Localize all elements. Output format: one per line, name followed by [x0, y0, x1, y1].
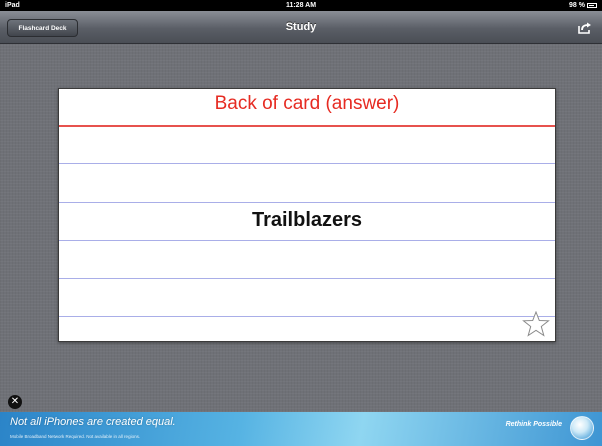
- ad-headline: Not all iPhones are created equal.: [10, 416, 176, 428]
- card-side-label: Back of card (answer): [214, 93, 400, 114]
- star-outline-icon: [522, 310, 550, 337]
- card-rule: [59, 240, 555, 241]
- favorite-star-button[interactable]: [522, 310, 550, 337]
- status-bar: iPad 11:28 AM 98 %: [0, 0, 602, 11]
- card-header-rule: [59, 125, 555, 127]
- card-rule: [59, 316, 555, 317]
- ad-brand-tagline: Rethink Possible: [505, 421, 562, 428]
- share-icon: [578, 22, 591, 34]
- card-rule: [59, 163, 555, 164]
- page-title: Study: [285, 21, 317, 33]
- close-ad-button[interactable]: ✕: [8, 395, 22, 409]
- ad-banner[interactable]: Not all iPhones are created equal. Mobil…: [0, 412, 602, 446]
- navigation-bar: Flashcard Deck Study: [0, 11, 602, 44]
- card-rule: [59, 202, 555, 203]
- share-button[interactable]: [574, 19, 596, 37]
- globe-logo-icon: [570, 416, 594, 440]
- ad-fine-print: Mobile Broadband Network Required. Not a…: [10, 434, 141, 439]
- card-term: Trailblazers: [251, 209, 363, 231]
- battery-icon: [587, 3, 597, 8]
- status-time: 11:28 AM: [285, 2, 317, 9]
- close-icon: ✕: [10, 396, 20, 407]
- flashcard[interactable]: Back of card (answer) Trailblazers: [58, 88, 556, 342]
- card-rule: [59, 278, 555, 279]
